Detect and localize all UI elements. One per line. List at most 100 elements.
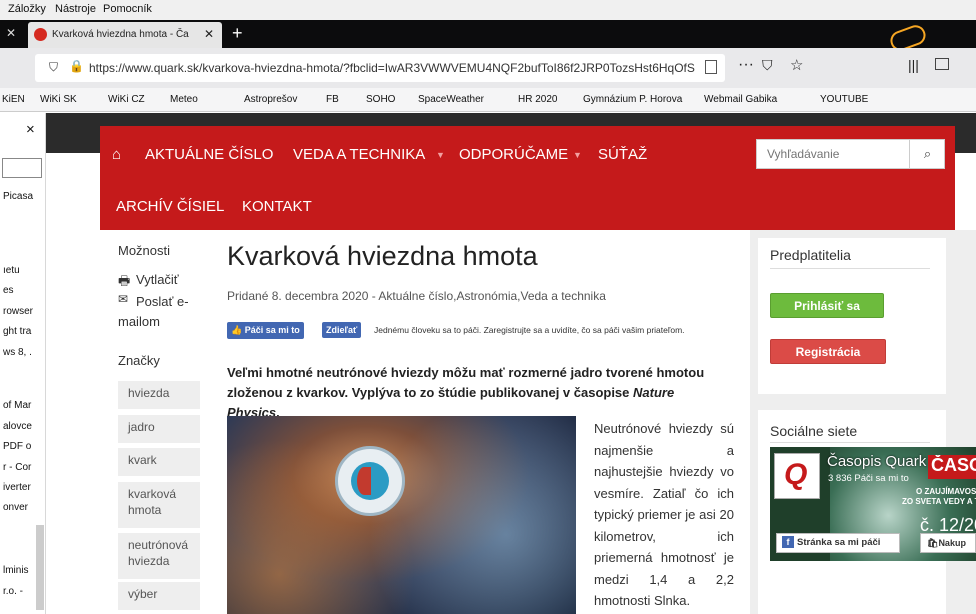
bookmark-hr2020[interactable]: HR 2020 <box>518 94 557 105</box>
print-link[interactable]: Vytlačiť <box>136 272 179 287</box>
bookmark-webmail[interactable]: Webmail Gabika <box>704 94 777 105</box>
sidebar-scrollbar[interactable] <box>36 525 44 610</box>
sidebar-item[interactable]: rowser <box>3 306 33 317</box>
article-body: Neutrónové hviezdy sú najmenšie a najhus… <box>594 421 734 608</box>
social-text: Jednému človeku sa to páči. Zaregistrujt… <box>374 325 685 335</box>
menu-bar: Záložky Nástroje Pomocník <box>0 0 976 20</box>
lock-icon: 🔒 <box>69 59 84 73</box>
sidebar-item[interactable]: of Mar <box>3 400 31 411</box>
search-input[interactable] <box>757 140 907 168</box>
sidebar-item[interactable]: lminis <box>3 565 29 576</box>
bookmark-astropresov[interactable]: Astroprešov <box>244 94 297 105</box>
sidebar-item[interactable]: PDF o <box>3 441 31 452</box>
shop-label: Nakup <box>938 538 966 548</box>
bookmark-kien[interactable]: KiEN <box>2 94 25 105</box>
menu-bookmarks[interactable]: Záložky <box>8 3 46 15</box>
sidebar-search-input[interactable] <box>2 158 42 178</box>
bookmark-fb[interactable]: FB <box>326 94 339 105</box>
nav-archive[interactable]: ARCHÍV ČÍSIEL <box>116 198 224 215</box>
page-like-button[interactable]: f Stránka sa mi páči <box>776 533 900 553</box>
tag-vyber[interactable]: výber <box>118 582 200 610</box>
tab-close-icon[interactable]: ✕ <box>204 27 214 41</box>
star-bookmark-icon[interactable]: ☆ <box>790 56 803 74</box>
bookmark-meteo[interactable]: Meteo <box>170 94 198 105</box>
tag-hviezda[interactable]: hviezda <box>118 381 200 409</box>
url-field[interactable]: ⛉ 🔒 https://www.quark.sk/kvarkova-hviezd… <box>35 54 725 82</box>
chevron-down-icon: ▼ <box>436 150 445 160</box>
sidebar-item[interactable]: iverter <box>3 482 31 493</box>
divider <box>770 442 930 443</box>
sidebar-close-icon[interactable]: × <box>26 121 35 138</box>
bookmark-soho[interactable]: SOHO <box>366 94 395 105</box>
facebook-like-button[interactable]: 👍 Páči sa mi to <box>227 322 304 339</box>
nav-contest[interactable]: SÚŤAŽ <box>598 146 647 163</box>
sidebar-item[interactable]: r - Cor <box>3 462 31 473</box>
sidebar-item[interactable]: es <box>3 285 14 296</box>
facebook-share-button[interactable]: Zdieľať <box>322 322 362 338</box>
facebook-page-plugin[interactable]: Q Časopis Quark 3 836 Páči sa mi to ČAS O… <box>770 447 976 561</box>
subscribers-title: Predplatitelia <box>770 247 851 263</box>
nav-contact[interactable]: KONTAKT <box>242 198 312 215</box>
bookmark-spaceweather[interactable]: SpaceWeather <box>418 94 484 105</box>
bookmark-youtube[interactable]: YOUTUBE <box>820 94 868 105</box>
tag-kvark[interactable]: kvark <box>118 448 200 476</box>
shop-button[interactable]: 🛍Nakup <box>920 533 976 553</box>
nav-current-issue[interactable]: AKTUÁLNE ČÍSLO <box>145 146 273 163</box>
menu-tools[interactable]: Nástroje <box>55 3 96 15</box>
bookmark-wiki-cz[interactable]: WiKi CZ <box>108 94 145 105</box>
nav-science-tech[interactable]: VEDA A TECHNIKA <box>293 146 425 163</box>
home-icon[interactable]: ⌂ <box>112 146 121 163</box>
sidebar-item[interactable]: ıetu <box>3 265 20 276</box>
sidebar-item[interactable]: ws 8, . <box>3 347 32 358</box>
menu-help[interactable]: Pomocník <box>103 3 152 15</box>
nebula-overlay <box>227 416 576 614</box>
thumbs-up-icon: 👍 <box>231 325 245 335</box>
article-title: Kvarková hviezdna hmota <box>227 241 538 271</box>
search-icon[interactable]: ⌕ <box>909 140 945 168</box>
pocket-icon[interactable]: ⛉ <box>762 57 773 74</box>
browser-sidebar: × Picasa ıetu es rowser ght tra ws 8, . … <box>0 113 46 614</box>
chevron-down-icon: ▼ <box>573 150 582 160</box>
email-link[interactable]: Poslať e-mailom <box>118 292 198 332</box>
like-label: Páči sa mi to <box>244 325 300 335</box>
bookmark-wiki-sk[interactable]: WiKi SK <box>40 94 77 105</box>
sidebar-item[interactable]: alovce <box>3 421 32 432</box>
article-image <box>227 416 576 614</box>
register-button[interactable]: Registrácia <box>770 339 886 364</box>
tag-kvarkova-hmota[interactable]: kvarková hmota <box>118 482 200 528</box>
more-actions-icon[interactable]: ··· <box>738 56 754 74</box>
sidebar-item[interactable]: Picasa <box>3 191 33 202</box>
shopping-bag-icon: 🛍 <box>927 538 939 548</box>
browser-tab[interactable]: Kvarková hviezdna hmota - Ča ✕ <box>28 22 222 48</box>
article-lead: Veľmi hmotné neutrónové hviezdy môžu mať… <box>227 363 730 423</box>
reader-view-icon[interactable] <box>705 60 717 74</box>
promo-line-2: ZO SVETA VEDY A T <box>902 497 976 506</box>
url-text[interactable]: https://www.quark.sk/kvarkova-hviezdna-h… <box>89 61 699 75</box>
sidebar-toggle-icon[interactable] <box>935 58 949 70</box>
sidebar-item[interactable]: ght tra <box>3 326 31 337</box>
core-red-segment <box>357 467 371 495</box>
sidebar-item[interactable]: r.o. - <box>3 586 23 597</box>
quark-favicon-icon <box>34 28 47 41</box>
social-title: Sociálne siete <box>770 423 858 439</box>
bookmark-gymnazium[interactable]: Gymnázium P. Horova <box>583 94 682 105</box>
close-icon[interactable]: ✕ <box>6 26 16 40</box>
tag-jadro[interactable]: jadro <box>118 415 200 443</box>
login-button[interactable]: Prihlásiť sa <box>770 293 884 318</box>
tag-neutronova-hviezda[interactable]: neutrónová hviezda <box>118 533 200 579</box>
article-meta: Pridané 8. decembra 2020 - Aktuálne čísl… <box>227 289 606 303</box>
sidebar-item[interactable]: onver <box>3 502 28 513</box>
promo-banner: ČASOP <box>928 455 976 479</box>
library-icon[interactable]: ||| <box>908 57 919 73</box>
divider <box>770 268 930 269</box>
page-avatar: Q <box>774 453 820 499</box>
page-name[interactable]: Časopis Quark <box>827 453 926 470</box>
new-tab-button[interactable]: + <box>232 23 243 44</box>
shield-icon[interactable]: ⛉ <box>49 60 58 75</box>
tab-title: Kvarková hviezdna hmota - Ča <box>52 29 189 40</box>
bookmarks-bar: KiEN WiKi SK WiKi CZ Meteo Astroprešov F… <box>0 88 976 112</box>
site-search: ⌕ <box>756 139 945 169</box>
promo-line-1: O ZAUJÍMAVOSŤ <box>916 487 976 496</box>
nav-recommended[interactable]: ODPORÚČAME <box>459 146 568 163</box>
quark-logo-icon: Q <box>784 458 808 491</box>
